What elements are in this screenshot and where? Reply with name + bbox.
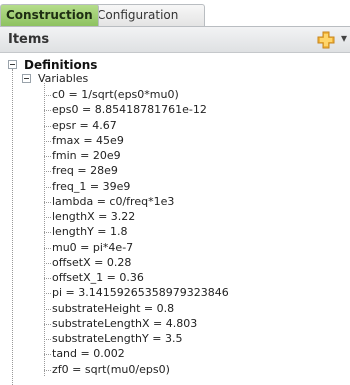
tree-item-variables[interactable]: Variables (38, 72, 88, 85)
tree-item-variable[interactable]: lambda = c0/freq*1e3 (52, 195, 174, 209)
tree-item-variable[interactable]: lengthX = 3.22 (52, 210, 135, 224)
tree-item-variable[interactable]: substrateLengthY = 3.5 (52, 332, 182, 346)
tree-item-definitions[interactable]: Definitions (24, 58, 97, 72)
tree-guide (44, 369, 51, 371)
tree-item-variable[interactable]: fmax = 45e9 (52, 134, 124, 148)
tree-guide (44, 95, 51, 96)
items-header: Items ▾ (0, 27, 350, 53)
tree-guide (44, 354, 51, 356)
tree-item-variable[interactable]: offsetX = 0.28 (52, 256, 131, 270)
tree-item-variable[interactable]: zf0 = sqrt(mu0/eps0) (52, 363, 170, 377)
tree-item-variable[interactable]: freq_1 = 39e9 (52, 180, 130, 194)
tree-guide (44, 293, 51, 295)
tree-guide (44, 278, 51, 279)
tree-guide (44, 201, 51, 203)
items-title: Items (8, 32, 50, 47)
tab-construction[interactable]: Construction (0, 4, 99, 26)
tree-item-variable[interactable]: freq = 28e9 (52, 164, 118, 178)
tree-guide (44, 156, 51, 157)
tab-bar: Construction Configuration (0, 0, 350, 27)
tree-item-variable[interactable]: offsetX_1 = 0.36 (52, 271, 144, 285)
tree-item-variable[interactable]: pi = 3.14159265358979323846 (52, 286, 229, 300)
tree-guide (44, 323, 51, 325)
tree-guide (44, 217, 51, 218)
add-plus-icon[interactable] (316, 31, 336, 49)
tree-guide (12, 69, 13, 385)
tree-guide (44, 339, 51, 340)
tree-guide (44, 262, 51, 264)
tree-guide (44, 308, 51, 310)
items-tree: Definitions Variables c0 = 1/sqrt(eps0*m… (0, 53, 350, 385)
tree-guide (44, 140, 51, 142)
tree-guide (44, 83, 45, 376)
tree-item-variable[interactable]: epsr = 4.67 (52, 119, 117, 133)
tree-guide (44, 110, 51, 112)
tree-item-variable[interactable]: mu0 = pi*4e-7 (52, 241, 133, 255)
tree-item-variable[interactable]: substrateHeight = 0.8 (52, 302, 174, 316)
tree-item-variable[interactable]: substrateLengthX = 4.803 (52, 317, 197, 331)
tree-guide (44, 125, 51, 127)
tab-configuration[interactable]: Configuration (91, 4, 205, 26)
tree-item-variable[interactable]: lengthY = 1.8 (52, 225, 128, 239)
tree-item-variable[interactable]: fmin = 20e9 (52, 149, 121, 163)
chevron-down-icon[interactable]: ▾ (341, 31, 347, 45)
tree-guide (44, 247, 51, 249)
tree-item-variable[interactable]: c0 = 1/sqrt(eps0*mu0) (52, 88, 179, 102)
collapse-definitions-icon[interactable] (8, 60, 17, 69)
tree-item-variable[interactable]: eps0 = 8.85418781761e-12 (52, 103, 207, 117)
tree-item-variable[interactable]: tand = 0.002 (52, 347, 125, 361)
tree-guide (44, 186, 51, 188)
collapse-variables-icon[interactable] (22, 74, 31, 83)
tree-guide (44, 232, 51, 234)
tree-guide (44, 171, 51, 173)
